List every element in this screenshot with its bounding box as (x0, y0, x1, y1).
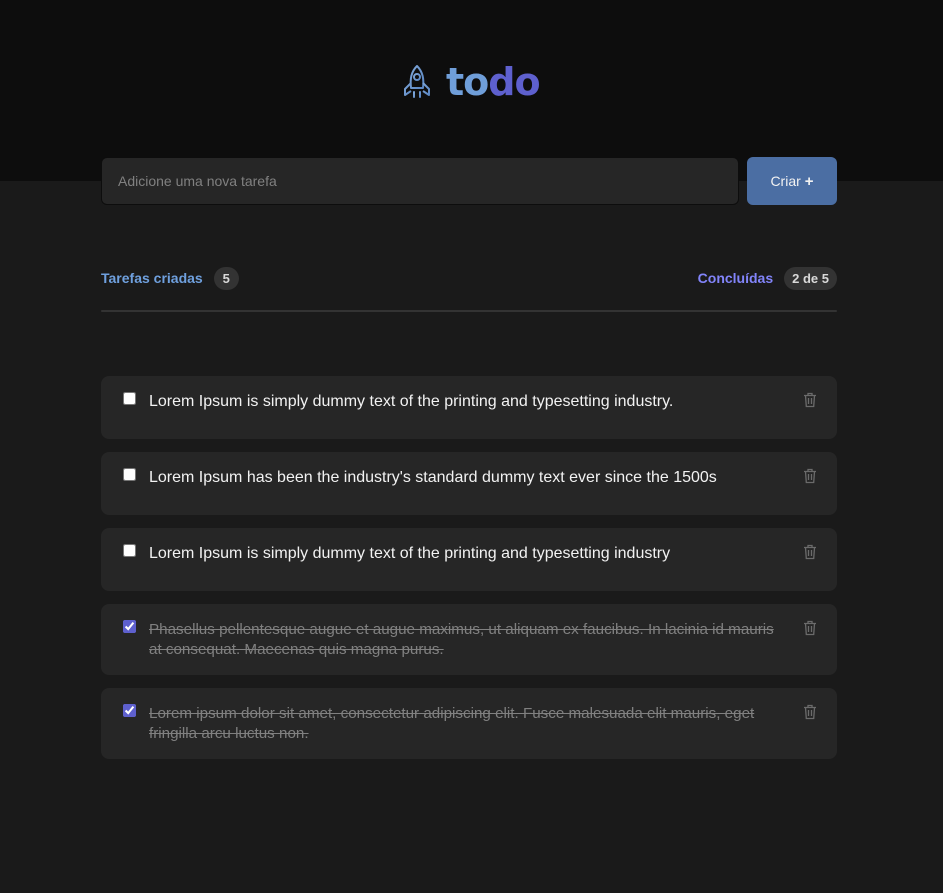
completed-tasks-stat: Concluídas 2 de 5 (697, 266, 837, 290)
trash-icon[interactable] (803, 392, 817, 408)
create-button-label: Criar (770, 173, 801, 189)
logo-text: todo (446, 60, 541, 104)
plus-icon: + (804, 172, 814, 190)
task-stats: Tarefas criadas 5 Concluídas 2 de 5 (101, 265, 837, 291)
completed-tasks-label: Concluídas (697, 270, 774, 286)
created-tasks-count: 5 (213, 266, 239, 290)
task-item: Lorem Ipsum is simply dummy text of the … (101, 528, 837, 591)
app-header: todo (0, 0, 943, 181)
task-checkbox[interactable] (123, 392, 136, 405)
task-text: Lorem Ipsum has been the industry's stan… (149, 469, 717, 486)
new-task-input[interactable] (101, 157, 739, 205)
task-item-completed: Lorem ipsum dolor sit amet, consectetur … (101, 688, 837, 759)
task-item: Lorem Ipsum has been the industry's stan… (101, 452, 837, 515)
task-checkbox[interactable] (123, 544, 136, 557)
trash-icon[interactable] (803, 544, 817, 560)
created-tasks-label: Tarefas criadas (101, 270, 203, 286)
completed-tasks-count: 2 de 5 (784, 266, 837, 290)
app-logo: todo (402, 60, 541, 104)
task-text: Lorem Ipsum is simply dummy text of the … (149, 393, 674, 410)
task-item-completed: Phasellus pellentesque augue et augue ma… (101, 604, 837, 675)
task-text: Phasellus pellentesque augue et augue ma… (149, 621, 774, 658)
rocket-icon (404, 65, 430, 98)
task-checkbox[interactable] (123, 620, 136, 633)
divider (101, 310, 837, 312)
task-text: Lorem Ipsum is simply dummy text of the … (149, 545, 671, 562)
trash-icon[interactable] (803, 704, 817, 720)
task-checkbox[interactable] (123, 468, 136, 481)
trash-icon[interactable] (803, 468, 817, 484)
logo-text-to: to (446, 60, 489, 104)
task-item: Lorem Ipsum is simply dummy text of the … (101, 376, 837, 439)
created-tasks-stat: Tarefas criadas 5 (101, 266, 239, 290)
create-task-button[interactable]: Criar + (747, 157, 837, 205)
trash-icon[interactable] (803, 620, 817, 636)
logo-text-do: do (488, 60, 540, 104)
task-checkbox[interactable] (123, 704, 136, 717)
task-text: Lorem ipsum dolor sit amet, consectetur … (149, 705, 755, 742)
